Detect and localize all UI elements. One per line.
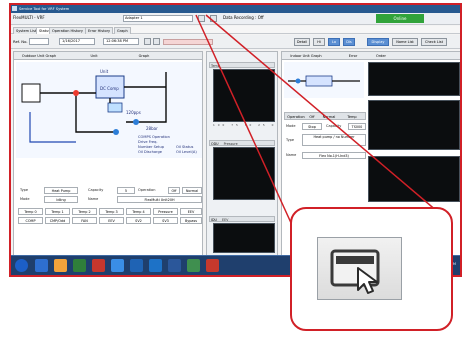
display-window-button-enlarged[interactable] bbox=[317, 237, 402, 300]
stage: Service Tool for VRF System FlexMULTI - … bbox=[0, 0, 464, 337]
zoom-callout bbox=[290, 207, 453, 331]
window-pointer-icon bbox=[330, 249, 380, 294]
